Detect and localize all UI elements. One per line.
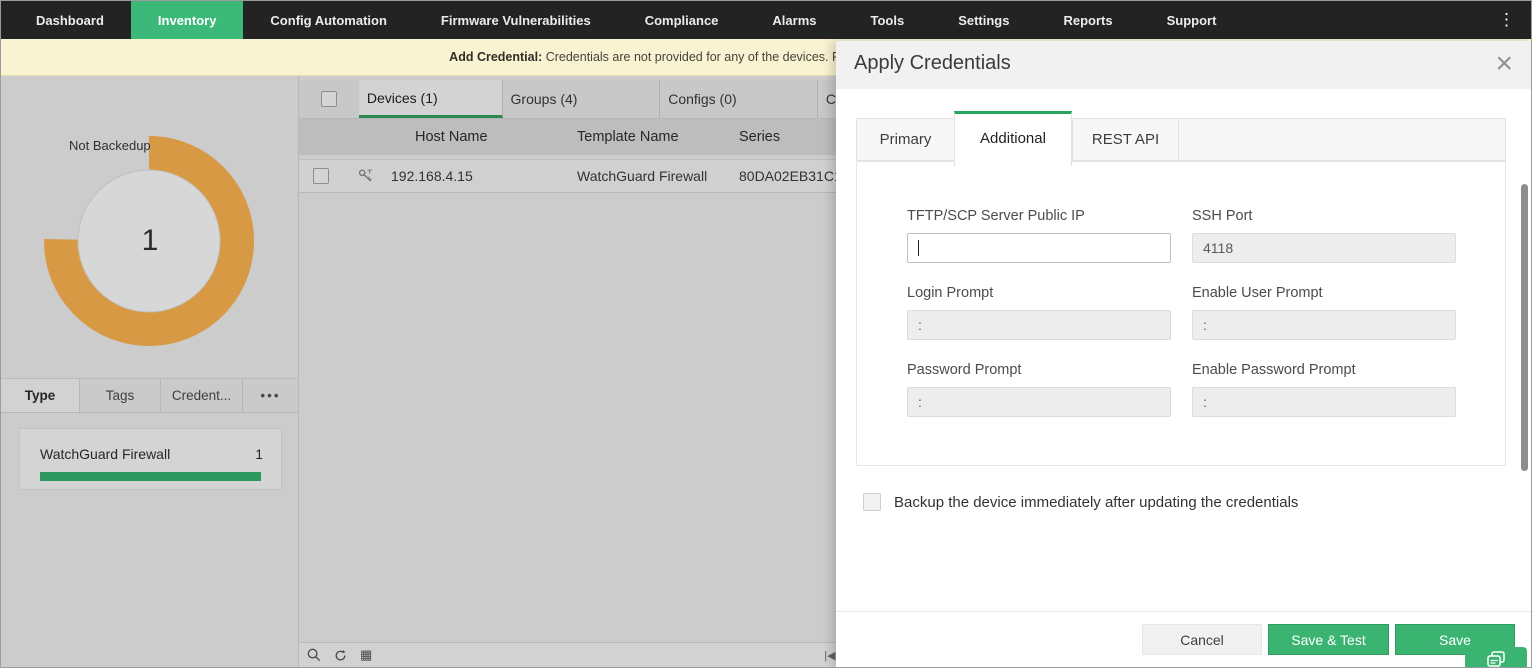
- tftp-scp-server-public-ip-field[interactable]: [907, 233, 1171, 263]
- nav-item-inventory[interactable]: Inventory: [131, 1, 244, 39]
- nav-item-alarms[interactable]: Alarms: [745, 1, 843, 39]
- tftp-scp-server-public-ip-label: TFTP/SCP Server Public IP: [907, 208, 1171, 224]
- credential-tabbar: Primary REST API Additional: [856, 118, 1506, 161]
- enable-password-prompt-label: Enable Password Prompt: [1192, 362, 1456, 378]
- ssh-port-label: SSH Port: [1192, 208, 1456, 224]
- overflow-menu-icon[interactable]: ⋮: [1482, 1, 1531, 39]
- banner-title: Add Credential:: [449, 50, 542, 64]
- app-window: Dashboard Inventory Config Automation Fi…: [0, 0, 1532, 668]
- panel-title: Apply Credentials: [854, 52, 1011, 75]
- nav-item-compliance[interactable]: Compliance: [618, 1, 746, 39]
- enable-password-prompt-field[interactable]: [1192, 387, 1456, 417]
- password-prompt-field[interactable]: [907, 387, 1171, 417]
- nav-item-reports[interactable]: Reports: [1036, 1, 1139, 39]
- cascading-windows-icon: [1485, 650, 1507, 668]
- top-nav: Dashboard Inventory Config Automation Fi…: [1, 1, 1531, 39]
- nav-item-support[interactable]: Support: [1140, 1, 1244, 39]
- text-caret: [918, 240, 919, 256]
- backup-immediately-checkbox[interactable]: [863, 493, 881, 511]
- enable-user-prompt-label: Enable User Prompt: [1192, 285, 1456, 301]
- panel-header: Apply Credentials ×: [836, 41, 1532, 89]
- nav-item-firmware-vulnerabilities[interactable]: Firmware Vulnerabilities: [414, 1, 618, 39]
- nav-item-dashboard[interactable]: Dashboard: [9, 1, 131, 39]
- ssh-port-field[interactable]: [1192, 233, 1456, 263]
- dim-overlay: [1, 76, 836, 668]
- enable-user-prompt-field[interactable]: [1192, 310, 1456, 340]
- password-prompt-label: Password Prompt: [907, 362, 1171, 378]
- save-and-test-button[interactable]: Save & Test: [1268, 624, 1389, 655]
- tab-additional[interactable]: Additional: [954, 111, 1072, 166]
- panel-footer: Cancel Save & Test Save: [836, 611, 1532, 667]
- nav-item-config-automation[interactable]: Config Automation: [243, 1, 414, 39]
- login-prompt-field[interactable]: [907, 310, 1171, 340]
- nav-item-settings[interactable]: Settings: [931, 1, 1036, 39]
- login-prompt-label: Login Prompt: [907, 285, 1171, 301]
- feedback-widget-button[interactable]: [1465, 647, 1527, 668]
- close-icon[interactable]: ×: [1495, 47, 1513, 81]
- tab-rest-api[interactable]: REST API: [1073, 119, 1179, 160]
- backup-immediately-option: Backup the device immediately after upda…: [863, 493, 1298, 513]
- additional-credentials-form: TFTP/SCP Server Public IP SSH Port Login…: [856, 161, 1506, 466]
- apply-credentials-panel: Apply Credentials × Primary REST API Add…: [836, 41, 1532, 667]
- tab-primary[interactable]: Primary: [857, 119, 955, 160]
- backup-immediately-label: Backup the device immediately after upda…: [894, 493, 1298, 513]
- scrollbar-thumb[interactable]: [1521, 184, 1528, 471]
- nav-item-tools[interactable]: Tools: [843, 1, 931, 39]
- cancel-button[interactable]: Cancel: [1142, 624, 1262, 655]
